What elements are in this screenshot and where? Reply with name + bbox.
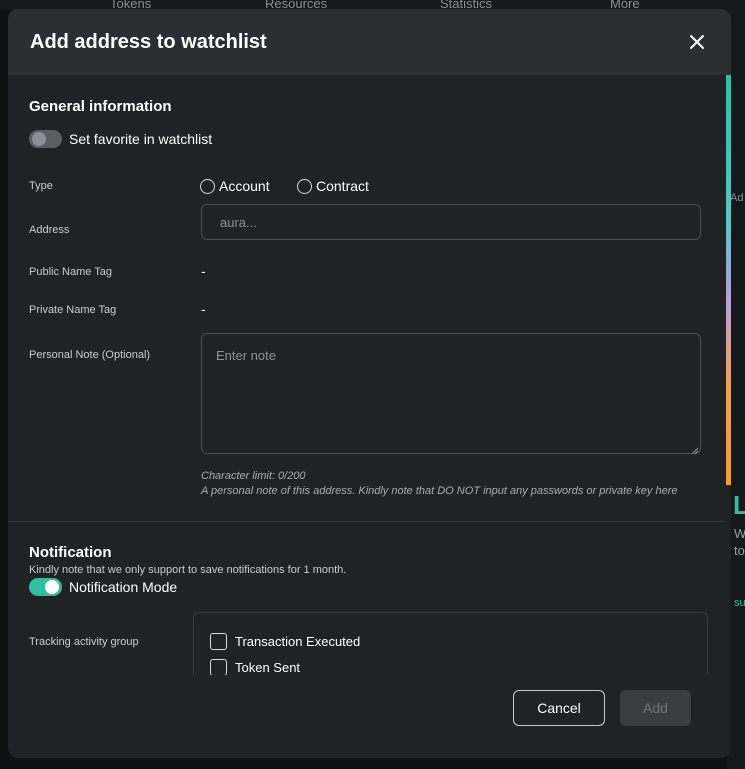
notification-mode-toggle[interactable]: [29, 578, 62, 596]
scrollbar[interactable]: [726, 75, 731, 485]
notification-description: Kindly note that we only support to save…: [29, 564, 347, 576]
section-divider: [8, 521, 726, 522]
public-name-tag-label: Public Name Tag: [29, 266, 112, 278]
checkbox-token-sent-label[interactable]: Token Sent: [235, 660, 300, 675]
add-button[interactable]: Add: [620, 690, 691, 726]
checkbox-transaction-executed[interactable]: [210, 633, 227, 650]
personal-note-hint: A personal note of this address. Kindly …: [201, 485, 678, 497]
close-icon[interactable]: [685, 30, 709, 54]
personal-note-label: Personal Note (Optional): [29, 349, 151, 361]
background-link-fragment: su: [734, 597, 745, 609]
radio-contract[interactable]: [297, 179, 312, 194]
private-name-tag-label: Private Name Tag: [29, 304, 117, 316]
private-name-tag-value: -: [201, 301, 206, 317]
radio-account[interactable]: [200, 179, 215, 194]
checkbox-transaction-executed-label[interactable]: Transaction Executed: [235, 634, 360, 649]
radio-account-label[interactable]: Account: [219, 178, 270, 194]
address-input[interactable]: [201, 204, 701, 240]
address-label: Address: [29, 224, 70, 236]
type-label: Type: [29, 180, 53, 192]
toggle-knob: [32, 132, 46, 146]
background-text-fragment: W: [734, 526, 745, 541]
modal-title: Add address to watchlist: [30, 30, 267, 53]
favorite-toggle-label: Set favorite in watchlist: [69, 131, 213, 147]
background-ad-text: Ad: [730, 192, 744, 204]
radio-contract-label[interactable]: Contract: [316, 178, 369, 194]
watchlist-modal: Add address to watchlist General informa…: [8, 9, 731, 758]
background-heading-fragment: L: [733, 490, 745, 520]
character-limit: Character limit: 0/200: [201, 470, 306, 482]
modal-body[interactable]: General information Set favorite in watc…: [8, 75, 731, 675]
notification-title: Notification: [29, 544, 112, 561]
background-text-fragment-2: to: [734, 543, 745, 558]
general-information-title: General information: [29, 98, 172, 115]
public-name-tag-value: -: [201, 263, 206, 279]
cancel-button[interactable]: Cancel: [513, 690, 605, 726]
personal-note-textarea[interactable]: [201, 333, 701, 454]
toggle-knob: [45, 580, 59, 594]
favorite-toggle[interactable]: [29, 130, 62, 148]
modal-header: Add address to watchlist: [8, 9, 731, 75]
notification-mode-label: Notification Mode: [69, 579, 178, 595]
modal-footer: Cancel Add: [8, 675, 731, 758]
resize-handle-icon[interactable]: [690, 446, 699, 455]
checkbox-token-sent[interactable]: [210, 659, 227, 675]
tracking-activity-label: Tracking activity group: [29, 636, 139, 648]
